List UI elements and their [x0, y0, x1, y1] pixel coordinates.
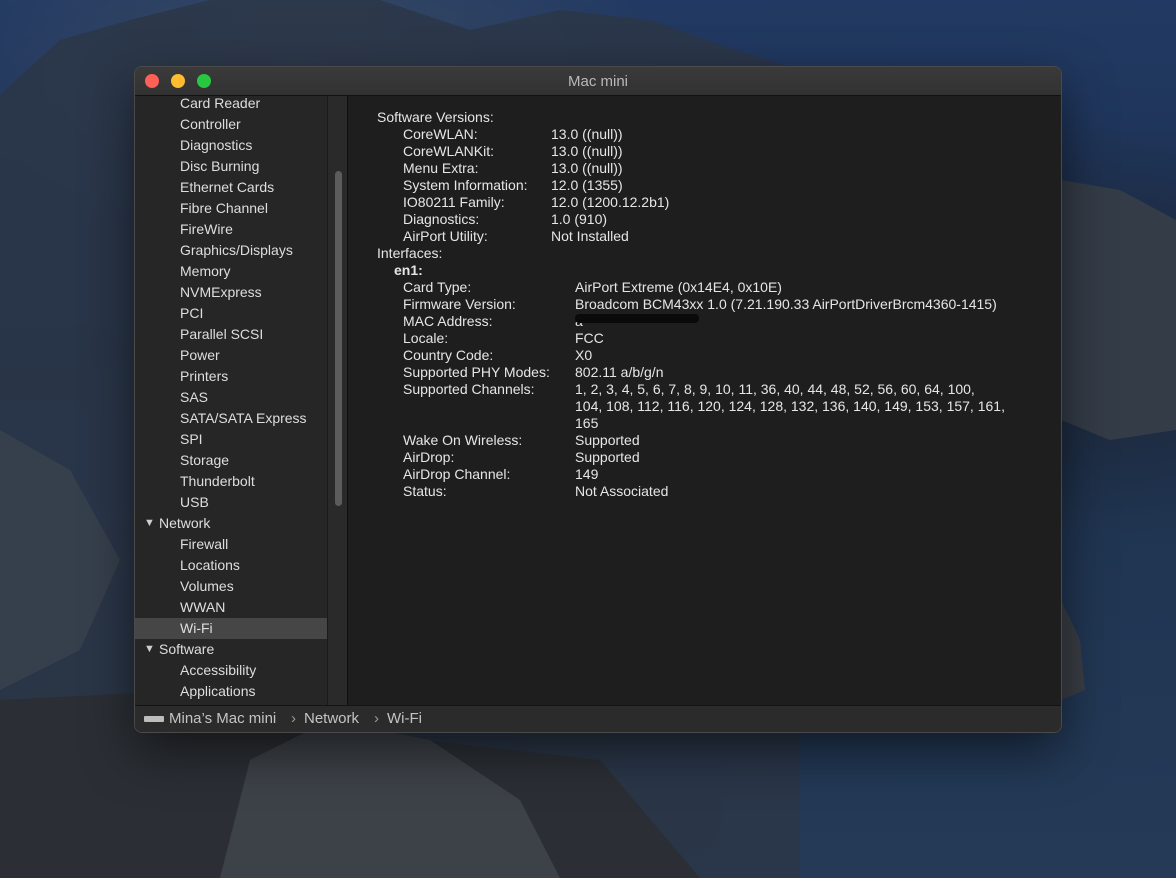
- field-value: FCC: [575, 330, 604, 346]
- field-label: Menu Extra:: [403, 160, 479, 176]
- software-versions-heading: Software Versions:: [377, 109, 494, 125]
- field-label: Firmware Version:: [403, 296, 516, 312]
- field-label: Country Code:: [403, 347, 494, 363]
- field-value: 1.0 (910): [551, 211, 608, 227]
- sidebar-item-printers[interactable]: Printers: [135, 366, 327, 387]
- chevron-right-icon: ›: [291, 710, 296, 727]
- sidebar-item-memory[interactable]: Memory: [135, 261, 327, 282]
- field-label: Wake On Wireless:: [403, 432, 523, 448]
- field-label: Supported PHY Modes:: [403, 364, 550, 380]
- sidebar-item-diagnostics[interactable]: Diagnostics: [135, 135, 327, 156]
- field-value: Not Associated: [575, 483, 669, 499]
- sidebar-item-accessibility[interactable]: Accessibility: [135, 660, 327, 681]
- sidebar-item-usb[interactable]: USB: [135, 492, 327, 513]
- sidebar-item-card-reader[interactable]: Card Reader: [135, 96, 327, 114]
- sidebar-item-locations[interactable]: Locations: [135, 555, 327, 576]
- field-value: 13.0 ((null)): [551, 160, 623, 176]
- field-value: X0: [575, 347, 593, 363]
- sidebar-item-applications[interactable]: Applications: [135, 681, 327, 702]
- field-value: 13.0 ((null)): [551, 143, 623, 159]
- window-title: Mac mini: [567, 73, 628, 90]
- sidebar-item-graphics-displays[interactable]: Graphics/Displays: [135, 240, 327, 261]
- interface-name: en1:: [394, 262, 423, 278]
- system-information-window: Mac mini Card Reader Controller Diagnost…: [135, 67, 1061, 732]
- sidebar-item-fibre-channel[interactable]: Fibre Channel: [135, 198, 327, 219]
- mac-mini-icon: [144, 716, 164, 722]
- field-label: MAC Address:: [403, 313, 493, 329]
- field-value: 12.0 (1200.12.2b1): [551, 194, 670, 210]
- disclosure-triangle-icon[interactable]: ▼: [144, 639, 155, 660]
- sidebar-group-network[interactable]: ▼ Network: [135, 513, 327, 534]
- interfaces-heading: Interfaces:: [377, 245, 443, 261]
- title-bar[interactable]: Mac mini: [135, 67, 1061, 96]
- field-value: 802.11 a/b/g/n: [575, 364, 664, 380]
- sidebar-item-sas[interactable]: SAS: [135, 387, 327, 408]
- sidebar-item-controller[interactable]: Controller: [135, 114, 327, 135]
- field-label: CoreWLAN:: [403, 126, 478, 142]
- sidebar-item-wwan[interactable]: WWAN: [135, 597, 327, 618]
- sidebar-item-ethernet-cards[interactable]: Ethernet Cards: [135, 177, 327, 198]
- field-value: Broadcom BCM43xx 1.0 (7.21.190.33 AirPor…: [575, 296, 997, 312]
- chevron-right-icon: ›: [374, 710, 379, 727]
- path-bar: Mina’s Mac mini › Network › Wi-Fi: [135, 705, 1061, 732]
- field-value-continued: 104, 108, 112, 116, 120, 124, 128, 132, …: [575, 398, 1005, 414]
- disclosure-triangle-icon[interactable]: ▼: [144, 513, 155, 534]
- field-value: 13.0 ((null)): [551, 126, 623, 142]
- sidebar-item-disc-burning[interactable]: Disc Burning: [135, 156, 327, 177]
- field-label: IO80211 Family:: [403, 194, 505, 210]
- path-segment-wi-fi[interactable]: Wi-Fi: [387, 710, 422, 727]
- sidebar-scrollbar[interactable]: [327, 96, 348, 705]
- sidebar[interactable]: Card Reader Controller Diagnostics Disc …: [135, 96, 327, 705]
- field-value: 12.0 (1355): [551, 177, 623, 193]
- field-label: AirDrop:: [403, 449, 455, 465]
- sidebar-item-nvmexpress[interactable]: NVMExpress: [135, 282, 327, 303]
- field-value: Supported: [575, 449, 640, 465]
- field-label: CoreWLANKit:: [403, 143, 495, 159]
- field-label: AirPort Utility:: [403, 228, 488, 244]
- field-value: 149: [575, 466, 599, 482]
- field-label: Status:: [403, 483, 447, 499]
- sidebar-scrollbar-thumb[interactable]: [335, 171, 342, 506]
- field-label: Card Type:: [403, 279, 472, 295]
- sidebar-group-software[interactable]: ▼ Software: [135, 639, 327, 660]
- field-label: Diagnostics:: [403, 211, 480, 227]
- field-value: Supported: [575, 432, 640, 448]
- path-segment-network[interactable]: Network: [304, 710, 359, 727]
- path-segment-computer[interactable]: Mina’s Mac mini: [169, 710, 276, 727]
- field-value: AirPort Extreme (0x14E4, 0x10E): [575, 279, 782, 295]
- sidebar-item-volumes[interactable]: Volumes: [135, 576, 327, 597]
- sidebar-item-firewall[interactable]: Firewall: [135, 534, 327, 555]
- sidebar-item-parallel-scsi[interactable]: Parallel SCSI: [135, 324, 327, 345]
- sidebar-item-thunderbolt[interactable]: Thunderbolt: [135, 471, 327, 492]
- field-label: AirDrop Channel:: [403, 466, 511, 482]
- sidebar-item-power[interactable]: Power: [135, 345, 327, 366]
- field-value-continued: 165: [575, 415, 599, 431]
- sidebar-item-wi-fi[interactable]: Wi-Fi: [135, 618, 327, 639]
- field-label: System Information:: [403, 177, 528, 193]
- field-value: Not Installed: [551, 228, 629, 244]
- field-label: Locale:: [403, 330, 449, 346]
- sidebar-item-sata-express[interactable]: SATA/SATA Express: [135, 408, 327, 429]
- detail-pane: Software Versions: CoreWLAN: 13.0 ((null…: [348, 96, 1061, 705]
- field-label: Supported Channels:: [403, 381, 535, 397]
- sidebar-item-storage[interactable]: Storage: [135, 450, 327, 471]
- sidebar-item-spi[interactable]: SPI: [135, 429, 327, 450]
- field-value: 1, 2, 3, 4, 5, 6, 7, 8, 9, 10, 11, 36, 4…: [575, 381, 975, 397]
- sidebar-item-pci[interactable]: PCI: [135, 303, 327, 324]
- redaction-mark: [575, 314, 699, 323]
- sidebar-item-firewire[interactable]: FireWire: [135, 219, 327, 240]
